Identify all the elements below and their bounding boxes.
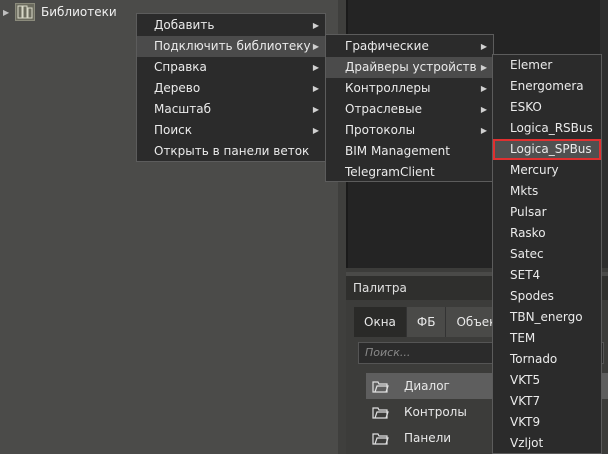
- menu-item-label: BIM Management: [345, 144, 450, 158]
- menu-item-label: TelegramClient: [345, 165, 435, 179]
- menu-item-driver[interactable]: Satec: [493, 244, 601, 265]
- expand-arrow-icon[interactable]: ▶: [3, 8, 13, 17]
- menu-item-label: Контроллеры: [345, 81, 431, 95]
- menu-item-search[interactable]: Поиск ▶: [137, 120, 325, 141]
- submenu-arrow-icon: ▶: [312, 126, 319, 135]
- submenu-arrow-icon: ▶: [312, 21, 319, 30]
- submenu-arrow-icon: ▶: [312, 42, 319, 51]
- submenu-arrow-icon: ▶: [480, 126, 487, 135]
- palette-item-label: Панели: [404, 431, 452, 445]
- menu-item-label: Графические: [345, 39, 429, 53]
- palette-item-label: Диалог: [404, 379, 450, 393]
- tab-windows[interactable]: Окна: [354, 307, 407, 337]
- menu-item-help[interactable]: Справка ▶: [137, 57, 325, 78]
- menu-item-driver[interactable]: Energomera: [493, 76, 601, 97]
- menu-item-driver[interactable]: ESKO: [493, 97, 601, 118]
- submenu-arrow-icon: ▶: [480, 84, 487, 93]
- context-menu: Добавить ▶ Подключить библиотеку ▶ Справка…: [136, 13, 326, 162]
- menu-item-driver[interactable]: Tornado: [493, 349, 601, 370]
- palette-tabs: Окна ФБ Объек: [354, 307, 508, 337]
- menu-item-driver[interactable]: Mkts: [493, 181, 601, 202]
- menu-item-label: Открыть в панели веток: [154, 144, 310, 158]
- submenu-arrow-icon: ▶: [312, 63, 319, 72]
- menu-item-protocols[interactable]: Протоколы ▶: [326, 120, 493, 141]
- menu-item-label: Драйверы устройств: [345, 60, 477, 74]
- menu-item-label: Отраслевые: [345, 102, 422, 116]
- menu-item-telegram-client[interactable]: TelegramClient: [326, 162, 493, 183]
- folder-icon: [370, 377, 390, 395]
- menu-item-label: Поиск: [154, 123, 193, 137]
- menu-item-driver[interactable]: VKT9: [493, 412, 601, 433]
- menu-item-driver[interactable]: Mercury: [493, 160, 601, 181]
- menu-item-driver[interactable]: Spodes: [493, 286, 601, 307]
- submenu-arrow-icon: ▶: [312, 105, 319, 114]
- menu-item-driver[interactable]: Vzljot: [493, 433, 601, 454]
- menu-item-label: Масштаб: [154, 102, 212, 116]
- menu-item-driver[interactable]: Rasko: [493, 223, 601, 244]
- menu-item-tree[interactable]: Дерево ▶: [137, 78, 325, 99]
- menu-item-label: Добавить: [154, 18, 215, 32]
- submenu-arrow-icon: ▶: [480, 42, 487, 51]
- menu-item-driver[interactable]: Logica_RSBus: [493, 118, 601, 139]
- menu-item-scale[interactable]: Масштаб ▶: [137, 99, 325, 120]
- menu-item-device-drivers[interactable]: Драйверы устройств ▶: [326, 57, 493, 78]
- folder-icon: [370, 403, 390, 421]
- menu-item-driver-highlighted[interactable]: Logica_SPBus: [493, 139, 601, 160]
- menu-item-driver[interactable]: TBN_energo: [493, 307, 601, 328]
- menu-item-bim-management[interactable]: BIM Management: [326, 141, 493, 162]
- library-icon: [15, 3, 35, 21]
- tree-item-label: Библиотеки: [41, 5, 117, 19]
- submenu-device-drivers: Elemer Energomera ESKO Logica_RSBus Logi…: [492, 54, 602, 454]
- menu-item-driver[interactable]: SET4: [493, 265, 601, 286]
- menu-item-driver[interactable]: Pulsar: [493, 202, 601, 223]
- tab-fb[interactable]: ФБ: [406, 307, 447, 337]
- menu-item-label: Справка: [154, 60, 207, 74]
- menu-item-label: Протоколы: [345, 123, 416, 137]
- submenu-arrow-icon: ▶: [312, 84, 319, 93]
- menu-item-controllers[interactable]: Контроллеры ▶: [326, 78, 493, 99]
- submenu-arrow-icon: ▶: [480, 105, 487, 114]
- menu-item-driver[interactable]: Elemer: [493, 55, 601, 76]
- menu-item-open-in-branch-panel[interactable]: Открыть в панели веток: [137, 141, 325, 162]
- menu-item-driver[interactable]: VKT7: [493, 391, 601, 412]
- menu-item-industry[interactable]: Отраслевые ▶: [326, 99, 493, 120]
- palette-item-label: Контролы: [404, 405, 467, 419]
- menu-item-graphics[interactable]: Графические ▶: [326, 36, 493, 57]
- menu-item-connect-library[interactable]: Подключить библиотеку ▶: [137, 36, 325, 57]
- menu-item-add[interactable]: Добавить ▶: [137, 15, 325, 36]
- menu-item-driver[interactable]: TEM: [493, 328, 601, 349]
- menu-item-driver[interactable]: VKT5: [493, 370, 601, 391]
- menu-item-label: Дерево: [154, 81, 201, 95]
- folder-icon: [370, 429, 390, 447]
- submenu-arrow-icon: ▶: [480, 63, 487, 72]
- submenu-connect-library: Графические ▶ Драйверы устройств ▶ Контрол…: [325, 34, 494, 182]
- menu-item-label: Подключить библиотеку: [154, 39, 311, 53]
